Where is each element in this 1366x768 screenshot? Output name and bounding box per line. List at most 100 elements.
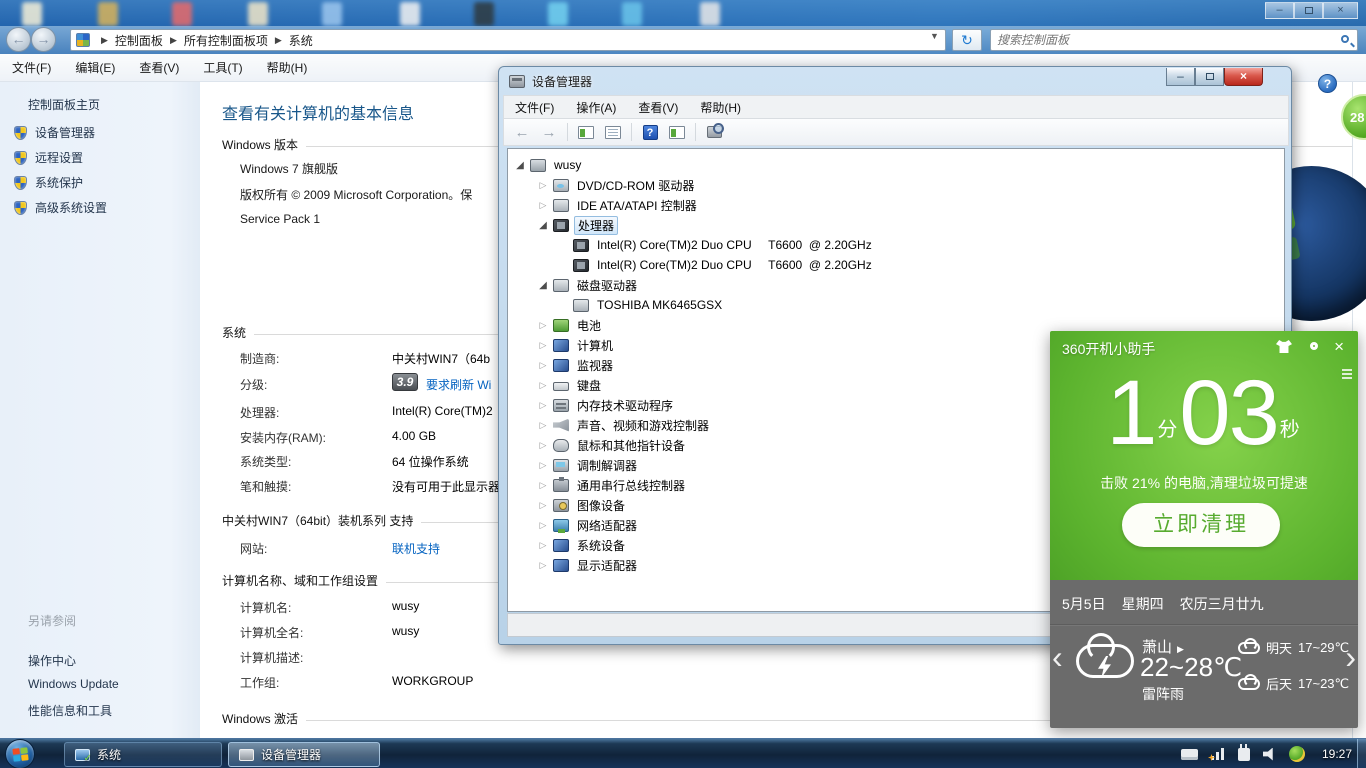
back-button[interactable]: ←: [510, 121, 534, 143]
system-window-maximize-button[interactable]: [1294, 2, 1323, 19]
input-method-keyboard-icon[interactable]: [1181, 749, 1198, 760]
menu-view[interactable]: 查看(V): [127, 54, 191, 81]
expander-icon[interactable]: ▷: [536, 200, 550, 211]
tree-item-toshiba-disk[interactable]: TOSHIBA MK6465GSX: [508, 295, 1284, 315]
taskbar-button-device-manager[interactable]: 设备管理器: [228, 742, 380, 767]
expander-icon[interactable]: ▷: [536, 460, 550, 471]
date-row: 5月5日星期四农历三月廿九: [1062, 594, 1280, 614]
help-button[interactable]: ?: [638, 121, 662, 143]
volume-icon[interactable]: [1263, 748, 1276, 761]
tree-item-processors[interactable]: ◢处理器: [508, 215, 1284, 235]
tree-item-computer-root[interactable]: ◢wusy: [508, 155, 1284, 175]
sidebar-item-advanced-settings[interactable]: 高级系统设置: [14, 199, 107, 216]
expander-icon[interactable]: ▷: [536, 400, 550, 411]
dm-menu-help[interactable]: 帮助(H): [689, 99, 752, 116]
system-window-close-button[interactable]: ×: [1323, 2, 1358, 19]
row-value: 没有可用于此显示器: [392, 478, 500, 495]
weather-prev-icon[interactable]: ‹: [1052, 642, 1063, 672]
row-value: WORKGROUP: [392, 674, 473, 688]
dm-menu-action[interactable]: 操作(A): [565, 99, 627, 116]
expander-icon[interactable]: ▷: [536, 380, 550, 391]
action-pane-button[interactable]: [665, 121, 689, 143]
menu-file[interactable]: 文件(F): [0, 54, 63, 81]
see-also-header: 另请参阅: [28, 612, 76, 629]
breadcrumb-dropdown-icon[interactable]: ▼: [930, 31, 939, 41]
refresh-button[interactable]: ↻: [952, 29, 982, 51]
360-tray-icon[interactable]: [1289, 746, 1305, 762]
expander-icon[interactable]: ▷: [536, 500, 550, 511]
expander-icon[interactable]: ◢: [536, 220, 550, 231]
expander-icon[interactable]: ◢: [513, 160, 527, 171]
sidebar-item-home[interactable]: 控制面板主页: [28, 96, 100, 113]
tree-item-disk-drives[interactable]: ◢磁盘驱动器: [508, 275, 1284, 295]
system-window-minimize-button[interactable]: –: [1265, 2, 1294, 19]
back-button[interactable]: ←: [6, 27, 31, 52]
expander-icon[interactable]: ▷: [536, 320, 550, 331]
expander-icon[interactable]: ▷: [536, 480, 550, 491]
menu-help[interactable]: 帮助(H): [255, 54, 320, 81]
tree-item-ide[interactable]: ▷IDE ATA/ATAPI 控制器: [508, 195, 1284, 215]
expander-icon[interactable]: ▷: [536, 520, 550, 531]
online-support-link[interactable]: 联机支持: [392, 540, 440, 557]
row-value: 64 位操作系统: [392, 453, 469, 470]
date-weather-panel: 5月5日星期四农历三月廿九 ‹ › 萧山▶ 22~28℃ 雷阵雨 明天 17~2…: [1050, 580, 1358, 728]
windows-edition: Windows 7 旗舰版: [240, 160, 338, 177]
forward-button[interactable]: →: [31, 27, 56, 52]
breadcrumb[interactable]: ▶ 控制面板 ▶ 所有控制面板项 ▶ 系统: [70, 29, 946, 51]
boot-seconds: 03: [1179, 362, 1277, 464]
menu-tools[interactable]: 工具(T): [191, 54, 254, 81]
dm-maximize-button[interactable]: [1195, 68, 1224, 86]
expander-icon[interactable]: ▷: [536, 360, 550, 371]
expander-icon[interactable]: ▷: [536, 560, 550, 571]
device-manager-titlebar[interactable]: 设备管理器: [509, 73, 592, 90]
close-icon[interactable]: ×: [1334, 340, 1344, 354]
tree-item-cpu-1[interactable]: Intel(R) Core(TM)2 Duo CPU T6600 @ 2.20G…: [508, 255, 1284, 275]
dm-close-button[interactable]: ×: [1224, 68, 1263, 86]
expander-icon[interactable]: ▷: [536, 540, 550, 551]
sidebar-item-system-protection[interactable]: 系统保护: [14, 174, 83, 191]
help-icon[interactable]: ?: [1318, 74, 1337, 93]
dm-minimize-button[interactable]: –: [1166, 68, 1195, 86]
start-button[interactable]: [5, 739, 35, 768]
refresh-rating-link[interactable]: 要求刷新 Wi: [426, 376, 491, 393]
sidebar-item-remote-settings[interactable]: 远程设置: [14, 149, 83, 166]
sidebar-item-windows-update[interactable]: Windows Update: [28, 677, 119, 691]
dvd-drive-icon: [553, 179, 569, 192]
skin-icon[interactable]: [1276, 340, 1292, 353]
sidebar-item-device-manager[interactable]: 设备管理器: [14, 124, 95, 141]
sidebar-item-action-center[interactable]: 操作中心: [28, 652, 76, 669]
dm-menu-view[interactable]: 查看(V): [627, 99, 689, 116]
forward-button[interactable]: →: [537, 121, 561, 143]
row-label: 计算机全名:: [240, 624, 303, 641]
scan-hardware-button[interactable]: [702, 121, 726, 143]
device-manager-icon: [509, 75, 525, 88]
expander-icon[interactable]: ▷: [536, 340, 550, 351]
expander-icon[interactable]: ◢: [536, 280, 550, 291]
tree-item-cpu-0[interactable]: Intel(R) Core(TM)2 Duo CPU T6600 @ 2.20G…: [508, 235, 1284, 255]
search-box[interactable]: [990, 29, 1358, 51]
expander-icon[interactable]: ▷: [536, 420, 550, 431]
breadcrumb-item-system[interactable]: 系统: [289, 32, 313, 49]
show-desktop-button[interactable]: [1357, 739, 1366, 768]
taskbar-button-system[interactable]: 系统: [64, 742, 222, 767]
desktop-icon: [322, 2, 342, 26]
menu-edit[interactable]: 编辑(E): [63, 54, 127, 81]
expander-icon[interactable]: ▷: [536, 180, 550, 191]
network-icon[interactable]: [1211, 748, 1225, 760]
breadcrumb-item-control-panel[interactable]: 控制面板: [115, 32, 163, 49]
search-input[interactable]: [997, 31, 1327, 49]
breadcrumb-item-all-items[interactable]: 所有控制面板项: [184, 32, 268, 49]
console-tree-button[interactable]: [574, 121, 598, 143]
dm-menu-file[interactable]: 文件(F): [504, 99, 565, 116]
desktop-icon: [700, 2, 720, 26]
clock[interactable]: 19:27: [1322, 747, 1352, 761]
expander-icon[interactable]: ▷: [536, 440, 550, 451]
gear-icon[interactable]: [1310, 342, 1318, 350]
power-plug-icon[interactable]: [1238, 748, 1250, 761]
tree-item-dvd[interactable]: ▷DVD/CD-ROM 驱动器: [508, 175, 1284, 195]
sidebar-item-performance-tools[interactable]: 性能信息和工具: [28, 702, 112, 719]
properties-button[interactable]: [601, 121, 625, 143]
forecast-tomorrow: 明天 17~29℃: [1238, 638, 1349, 657]
windows-logo-icon: [20, 747, 28, 754]
clean-now-button[interactable]: 立即清理: [1122, 503, 1280, 547]
